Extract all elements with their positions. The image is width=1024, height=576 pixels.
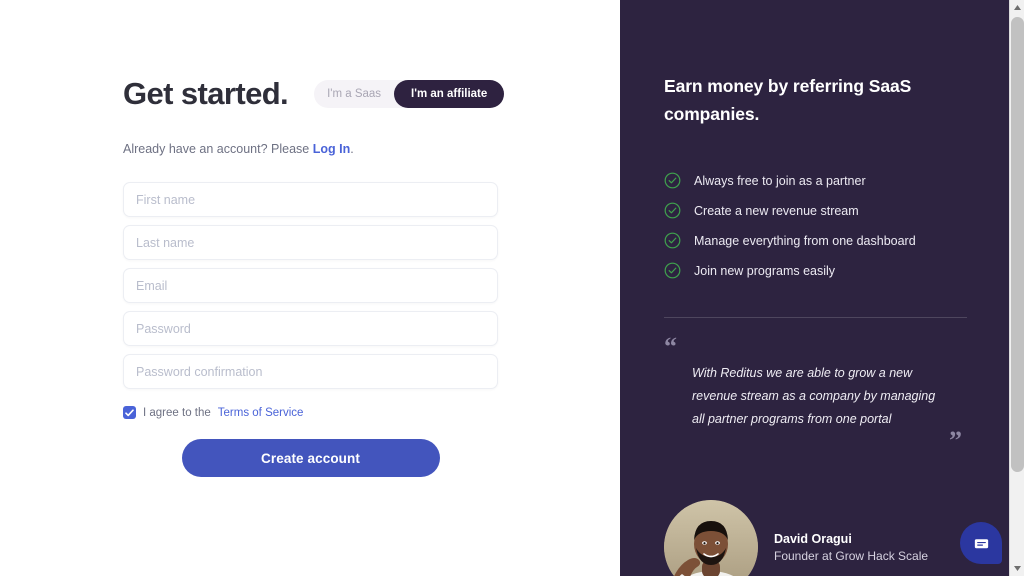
benefit-label: Create a new revenue stream: [694, 203, 859, 218]
benefit-label: Manage everything from one dashboard: [694, 233, 916, 248]
check-circle-icon: [664, 202, 681, 219]
terms-agreement-row: I agree to the Terms of Service: [123, 406, 513, 419]
terms-of-service-link[interactable]: Terms of Service: [218, 407, 304, 419]
promo-content: Earn money by referring SaaS companies. …: [620, 0, 980, 454]
terms-agreement-text: I agree to the: [143, 406, 211, 419]
author-role: Founder at Grow Hack Scale: [774, 548, 929, 563]
quote-open-icon: “: [664, 332, 677, 361]
promo-heading: Earn money by referring SaaS companies.: [664, 76, 912, 124]
login-prompt-period: .: [350, 142, 354, 156]
create-account-button[interactable]: Create account: [181, 439, 440, 477]
last-name-input[interactable]: [123, 225, 498, 260]
login-link[interactable]: Log In: [313, 142, 351, 156]
testimonial-author: David Oragui Founder at Grow Hack Scale: [664, 500, 928, 576]
testimonial: “ With Reditus we are able to grow a new…: [664, 332, 974, 454]
benefits-list: Always free to join as a partner Create …: [664, 172, 980, 279]
form-container: Get started. I'm a Saas I'm an affiliate…: [123, 0, 513, 477]
account-type-toggle[interactable]: I'm a Saas I'm an affiliate: [314, 79, 505, 108]
list-item: Join new programs easily: [664, 262, 980, 279]
password-confirmation-input[interactable]: [123, 354, 498, 389]
chat-message-icon: [974, 538, 988, 548]
scrollbar-thumb[interactable]: [1011, 17, 1024, 472]
author-name: David Oragui: [774, 531, 852, 546]
scroll-up-arrow-icon[interactable]: [1010, 0, 1024, 15]
list-item: Create a new revenue stream: [664, 202, 980, 219]
signup-form-pane: Get started. I'm a Saas I'm an affiliate…: [0, 0, 620, 576]
check-circle-icon: [664, 262, 681, 279]
submit-row: Create account: [123, 439, 498, 477]
email-input[interactable]: [123, 268, 498, 303]
check-circle-icon: [664, 232, 681, 249]
form-fields: [123, 182, 513, 389]
title-row: Get started. I'm a Saas I'm an affiliate: [123, 78, 513, 109]
toggle-option-saas[interactable]: I'm a Saas: [314, 80, 394, 108]
page-title: Get started.: [123, 76, 289, 111]
avatar: [664, 500, 758, 576]
signup-page: Get started. I'm a Saas I'm an affiliate…: [0, 0, 1024, 576]
page-scrollbar[interactable]: [1009, 0, 1024, 576]
checkmark-icon: [125, 408, 134, 416]
avatar-photo: [664, 500, 758, 576]
check-circle-icon: [664, 172, 681, 189]
list-item: Manage everything from one dashboard: [664, 232, 980, 249]
testimonial-text: With Reditus we are able to grow a new r…: [692, 366, 936, 426]
password-input[interactable]: [123, 311, 498, 346]
benefit-label: Always free to join as a partner: [694, 173, 866, 188]
benefit-label: Join new programs easily: [694, 263, 836, 278]
toggle-option-affiliate[interactable]: I'm an affiliate: [394, 79, 505, 108]
terms-checkbox[interactable]: [123, 406, 136, 419]
promo-pane: Earn money by referring SaaS companies. …: [620, 0, 1024, 576]
list-item: Always free to join as a partner: [664, 172, 980, 189]
scroll-down-arrow-icon[interactable]: [1010, 561, 1024, 576]
author-info: David Oragui Founder at Grow Hack Scale: [774, 532, 928, 563]
login-prompt-text: Already have an account? Please: [123, 142, 313, 156]
chat-widget-button[interactable]: [960, 522, 1002, 564]
login-prompt: Already have an account? Please Log In.: [123, 142, 513, 156]
quote-close-icon: ”: [949, 426, 962, 456]
first-name-input[interactable]: [123, 182, 498, 217]
section-divider: [664, 317, 967, 318]
